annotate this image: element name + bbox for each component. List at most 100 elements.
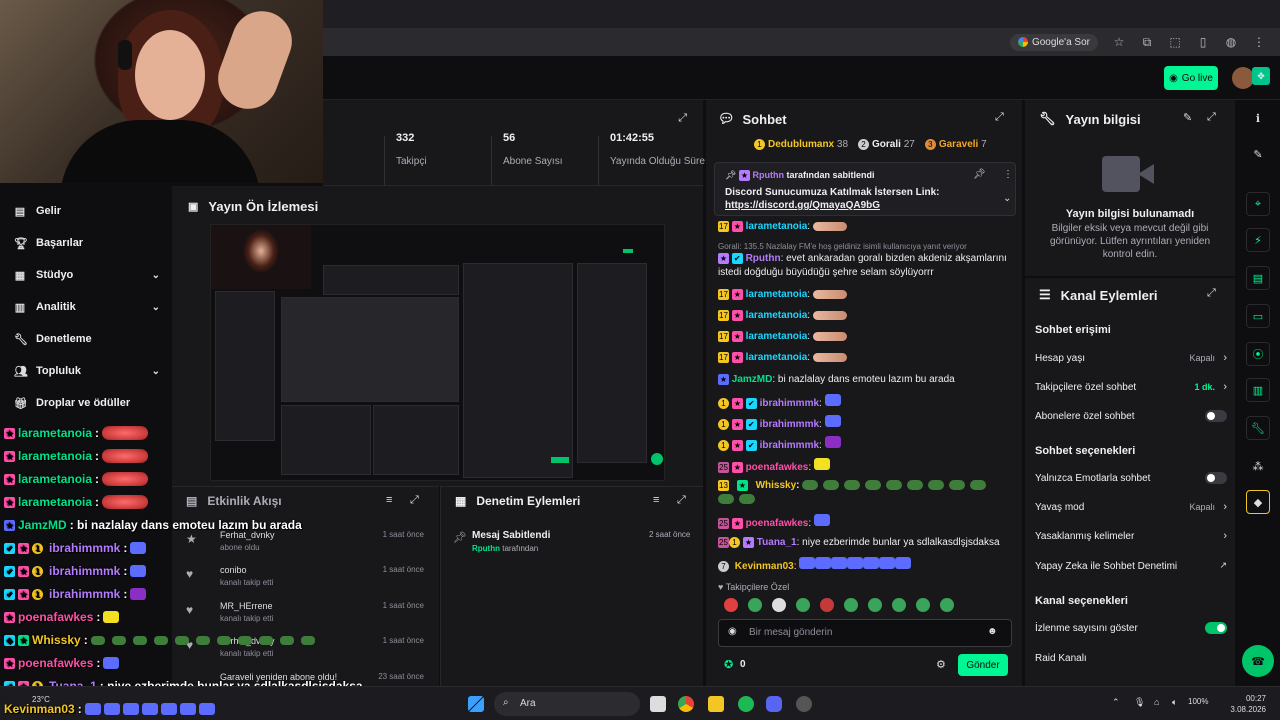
- sidebar-item-achievements[interactable]: 🏆︎ Başarılar: [14, 233, 164, 253]
- sidebar-item-analytics[interactable]: ▥ Analitik ⌄: [14, 297, 164, 317]
- emote[interactable]: [748, 598, 762, 612]
- chat-icon[interactable]: ▭: [1246, 304, 1270, 328]
- sidebar-item-community[interactable]: 👥︎ Topluluk ⌄: [14, 361, 164, 381]
- taskbar-search[interactable]: ⌕ Ara: [494, 692, 640, 716]
- subs-chat-toggle[interactable]: [1205, 410, 1227, 422]
- emote[interactable]: [772, 598, 786, 612]
- pen-icon[interactable]: ✎: [1246, 142, 1270, 166]
- chevron-right-icon: ›: [1223, 352, 1227, 364]
- emote[interactable]: [940, 598, 954, 612]
- chat-message: 7 Kevinman03:: [718, 557, 1014, 574]
- wrench-icon[interactable]: 🔧︎: [1246, 416, 1270, 440]
- subs-chat-row: Abonelere özel sohbet: [1035, 410, 1227, 422]
- emote[interactable]: [916, 598, 930, 612]
- sidebar-item-studio[interactable]: ▦ Stüdyo ⌄: [14, 265, 164, 285]
- sidebar-icon[interactable]: ▯: [1196, 35, 1210, 49]
- menu-icon[interactable]: ⋮: [1252, 35, 1266, 49]
- emote[interactable]: [820, 598, 834, 612]
- user-avatar[interactable]: [1232, 67, 1254, 89]
- emote[interactable]: [844, 598, 858, 612]
- network-icon[interactable]: ⌂: [1154, 697, 1159, 707]
- expand-icon[interactable]: ⤢: [677, 494, 686, 507]
- focus-icon[interactable]: ⌖: [1246, 192, 1270, 216]
- layout-icon[interactable]: ▥: [1246, 378, 1270, 402]
- overlay-chat-line: ★ poenafawkes :: [4, 656, 120, 670]
- volume-icon[interactable]: 🔈︎: [1172, 697, 1177, 708]
- google-ask-button[interactable]: Google'a Sor: [1009, 33, 1098, 51]
- chrome-icon[interactable]: [678, 696, 694, 712]
- go-live-button[interactable]: ◉ Go live: [1164, 66, 1218, 90]
- stream-info-title: 🔧︎ Yayın bilgisi: [1039, 111, 1141, 127]
- task-view-icon[interactable]: [650, 696, 666, 712]
- diamond-icon[interactable]: ◆: [1246, 490, 1270, 514]
- heart-icon: ♥: [186, 567, 194, 581]
- points-icon[interactable]: ✪: [724, 658, 733, 671]
- windows-start-icon[interactable]: [468, 696, 484, 712]
- chat-settings-icon[interactable]: ◉: [728, 626, 737, 637]
- profile-icon[interactable]: ◍: [1224, 35, 1238, 49]
- app-switch-icon[interactable]: ✥: [1252, 67, 1270, 85]
- battery-indicator[interactable]: 100%: [1188, 697, 1208, 706]
- show-views-toggle[interactable]: [1205, 622, 1227, 634]
- sidebar-item-drops[interactable]: 🎁︎ Droplar ve ödüller: [14, 393, 164, 413]
- expand-icon[interactable]: ⤢: [410, 494, 419, 507]
- account-age-row[interactable]: Hesap yaşı Kapalı ›: [1035, 352, 1227, 364]
- pinned-link[interactable]: https://discord.gg/QmayaQA9bG: [725, 200, 880, 211]
- feed-icon: ▤: [186, 494, 198, 508]
- obs-icon[interactable]: [796, 696, 812, 712]
- trophy-icon: 🏆︎: [14, 237, 28, 250]
- clipboard-icon[interactable]: ▤: [1246, 266, 1270, 290]
- emote[interactable]: [868, 598, 882, 612]
- discord-icon[interactable]: [766, 696, 782, 712]
- headset-icon[interactable]: ☎: [1242, 645, 1274, 677]
- emote-only-toggle[interactable]: [1205, 472, 1227, 484]
- emote[interactable]: [796, 598, 810, 612]
- edit-icon[interactable]: ✎: [1183, 111, 1192, 124]
- emote-only-row: Yalnızca Emotlarla sohbet: [1035, 472, 1227, 484]
- gear-icon[interactable]: ⚙: [936, 658, 946, 671]
- expand-icon[interactable]: ⤢: [1207, 111, 1216, 124]
- expand-icon[interactable]: ⤢: [995, 111, 1004, 124]
- broadcast-icon[interactable]: ⦿: [1246, 342, 1270, 366]
- mic-icon[interactable]: 🎙︎: [1134, 697, 1145, 708]
- filter-icon[interactable]: ≡: [653, 494, 659, 506]
- followers-chat-row[interactable]: Takipçilere özel sohbet 1 dk. ›: [1035, 381, 1227, 393]
- emoji-icon[interactable]: ☻: [987, 626, 998, 637]
- chat-message: 25 1 ★ Tuana_1: niye ezberimde bunlar ya s…: [718, 537, 1000, 548]
- raid-row[interactable]: Raid Kanalı: [1035, 653, 1227, 664]
- slow-mode-row[interactable]: Yavaş mod Kapalı ›: [1035, 501, 1227, 513]
- banned-words-row[interactable]: Yasaklanmış kelimeler ›: [1035, 530, 1227, 542]
- sidebar-item-moderation[interactable]: 🔧︎ Denetleme: [14, 329, 164, 349]
- star-icon[interactable]: ☆: [1112, 35, 1126, 49]
- chat-panel: 💬︎ Sohbet ⤢ 1 Dedublumanx 38 2 Gorali 27 3G…: [706, 100, 1022, 686]
- points-value: 0: [740, 659, 746, 670]
- studio-icon: ▦: [14, 269, 26, 282]
- spotify-icon[interactable]: [738, 696, 754, 712]
- taskbar-clock[interactable]: 00:27 3.08.2026: [1230, 693, 1266, 715]
- extension-icon[interactable]: ⧉: [1140, 35, 1154, 49]
- filter-icon[interactable]: ≡: [386, 494, 392, 506]
- uptime-stat: 01:42:55 Yayında Olduğu Süre: [610, 132, 705, 167]
- puzzle-icon[interactable]: ⬚: [1168, 35, 1182, 49]
- overlay-chat-line: ✔ ★ 1 ibrahimmmk :: [4, 587, 147, 601]
- sidebar-item-income[interactable]: ▤ Gelir: [14, 201, 164, 221]
- send-button[interactable]: Gönder: [958, 654, 1008, 676]
- expand-icon[interactable]: ⤢: [1207, 287, 1216, 300]
- info-icon[interactable]: ℹ: [1246, 106, 1270, 130]
- stream-preview-video[interactable]: [210, 224, 665, 481]
- overlay-chat-line: ★ larametanoia :: [4, 426, 149, 440]
- overlay-chat-line: Kevinman03 :: [4, 702, 215, 716]
- emote[interactable]: [892, 598, 906, 612]
- emote-bar: [724, 598, 954, 612]
- share-icon[interactable]: ⁂: [1246, 454, 1270, 478]
- chat-input[interactable]: Bir mesaj gönderin: [718, 619, 1012, 647]
- emote[interactable]: [724, 598, 738, 612]
- ai-moderation-row[interactable]: Yapay Zeka ile Sohbet Denetimi ↗: [1035, 560, 1227, 572]
- lightning-icon[interactable]: ⚡︎: [1246, 228, 1270, 252]
- chevron-down-icon[interactable]: ⌄: [1003, 193, 1011, 204]
- expand-icon[interactable]: ⤢: [678, 112, 687, 125]
- more-icon[interactable]: ⋮: [1003, 169, 1013, 180]
- tray-chevron-icon[interactable]: ⌃: [1112, 697, 1120, 708]
- unpin-icon[interactable]: 📌︎: [973, 169, 986, 180]
- folder-icon[interactable]: [708, 696, 724, 712]
